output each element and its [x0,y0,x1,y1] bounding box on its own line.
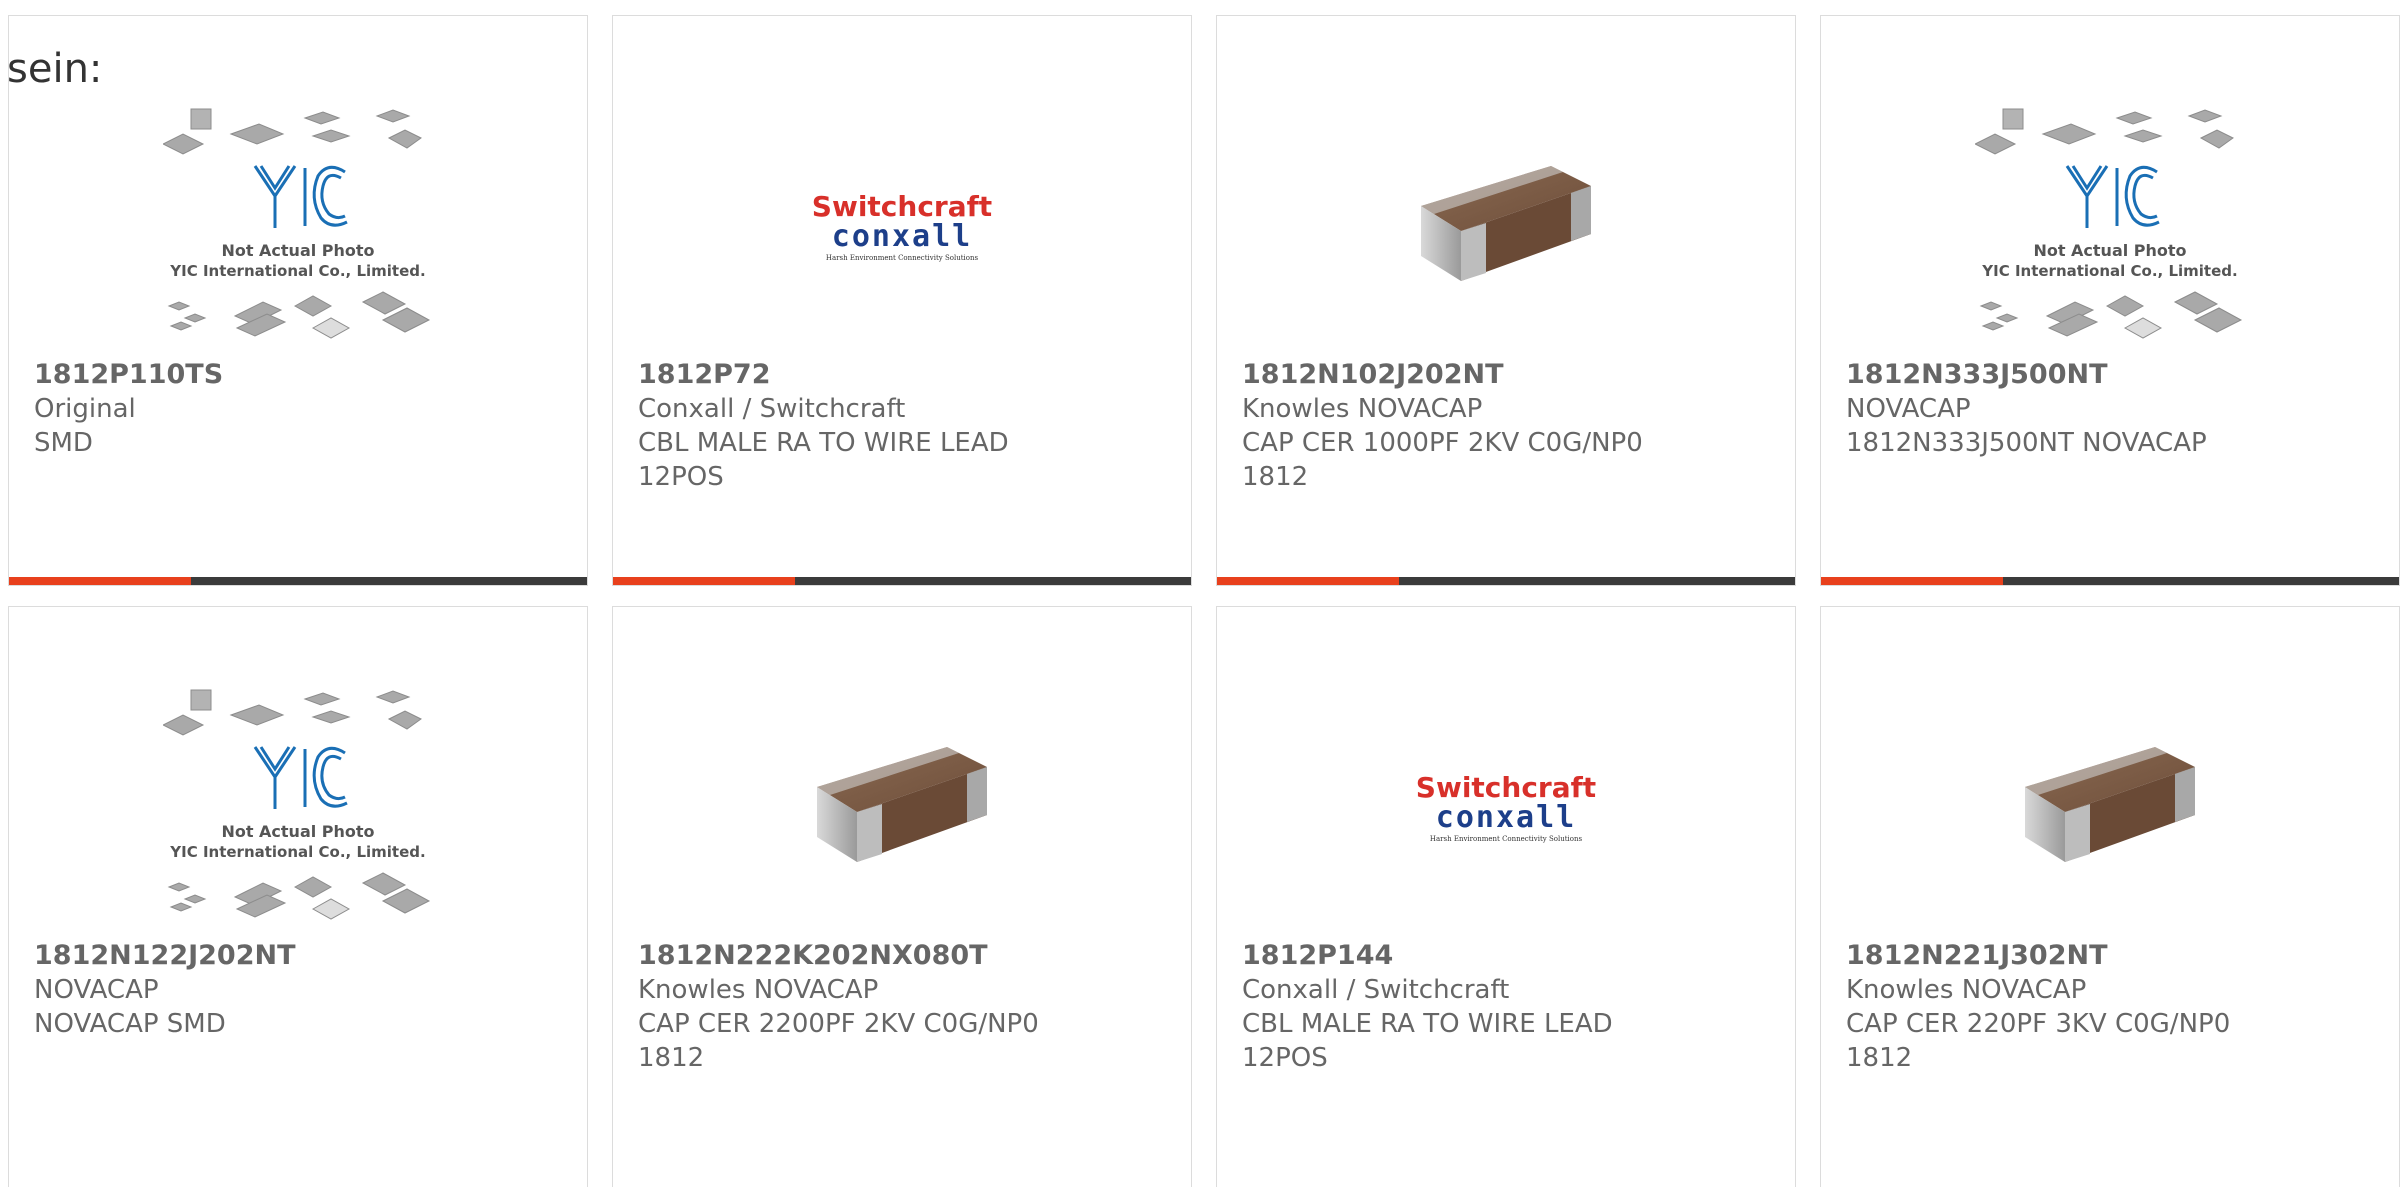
product-text: 1812N222K202NX080T Knowles NOVACAP CAP CER… [638,939,1171,1075]
card-bottom-bar [1821,577,2399,585]
part-number[interactable]: 1812N221J302NT [1846,939,2379,973]
product-card[interactable]: Not Actual Photo YIC International Co., … [1820,15,2400,586]
product-grid: Not Actual Photo YIC International Co., … [8,15,2400,1187]
description-line: 1812N333J500NT NOVACAP [1846,428,2207,458]
capacitor-image [797,707,1007,907]
part-number[interactable]: 1812P72 [638,358,1171,392]
product-image[interactable] [1821,667,2399,947]
product-card[interactable]: 1812N222K202NX080T Knowles NOVACAP CAP CER… [612,606,1192,1187]
card-bottom-bar [9,577,587,585]
manufacturer: Conxall / Switchcraft [638,394,906,424]
product-text: 1812P144 Conxall / Switchcraft CBL MALE RA… [1242,939,1775,1075]
product-image[interactable]: Not Actual Photo YIC International Co., … [1821,86,2399,366]
description-line: 1812 [638,1043,705,1073]
product-image[interactable]: Not Actual Photo YIC International Co., … [9,667,587,947]
capacitor-image [2005,707,2215,907]
card-accent-bar [613,577,795,585]
product-image[interactable]: Not Actual Photo YIC International Co., … [9,86,587,366]
description-line: CBL MALE RA TO WIRE LEAD [1242,1009,1613,1039]
product-card[interactable]: Switchcraft conxall Harsh Environment Co… [612,15,1192,586]
description-line: 12POS [638,462,724,492]
product-card[interactable]: Switchcraft conxall Harsh Environment Co… [1216,606,1796,1187]
yic-placeholder-image: Not Actual Photo YIC International Co., … [1975,106,2245,346]
card-bottom-bar [613,577,1191,585]
card-bottom-bar [1217,577,1795,585]
yic-placeholder-image: Not Actual Photo YIC International Co., … [163,687,433,927]
part-number[interactable]: 1812P110TS [34,358,567,392]
product-card[interactable]: 1812N102J202NT Knowles NOVACAP CAP CER 100… [1216,15,1796,586]
product-image[interactable]: Switchcraft conxall Harsh Environment Co… [613,86,1191,366]
description-line: NOVACAP SMD [34,1009,226,1039]
manufacturer: Original [34,394,136,424]
product-image[interactable] [613,667,1191,947]
manufacturer: Knowles NOVACAP [1242,394,1483,424]
yic-line1: Not Actual Photo [221,822,374,841]
card-accent-bar [1217,577,1399,585]
product-text: 1812N221J302NT Knowles NOVACAP CAP CER 220… [1846,939,2379,1075]
yic-line1: Not Actual Photo [221,241,374,260]
yic-line1: Not Actual Photo [2033,241,2186,260]
card-accent-bar [1821,577,2003,585]
manufacturer: NOVACAP [1846,394,1971,424]
product-text: 1812N102J202NT Knowles NOVACAP CAP CER 100… [1242,358,1775,494]
product-card[interactable]: Not Actual Photo YIC International Co., … [8,15,588,586]
part-number[interactable]: 1812P144 [1242,939,1775,973]
intro-text: sein: [7,46,103,92]
product-text: 1812N333J500NT NOVACAP 1812N333J500NT NOVA… [1846,358,2379,460]
description-line: CAP CER 1000PF 2KV C0G/NP0 [1242,428,1643,458]
manufacturer: Knowles NOVACAP [638,975,879,1005]
part-number[interactable]: 1812N102J202NT [1242,358,1775,392]
part-number[interactable]: 1812N333J500NT [1846,358,2379,392]
sw-tagline: Harsh Environment Connectivity Solutions [1430,835,1583,843]
part-number[interactable]: 1812N222K202NX080T [638,939,1171,973]
product-image[interactable] [1217,86,1795,366]
description-line: SMD [34,428,93,458]
yic-line2: YIC International Co., Limited. [169,262,425,280]
product-card[interactable]: 1812N221J302NT Knowles NOVACAP CAP CER 220… [1820,606,2400,1187]
yic-line2: YIC International Co., Limited. [169,843,425,861]
card-accent-bar [9,577,191,585]
manufacturer: Knowles NOVACAP [1846,975,2087,1005]
product-card[interactable]: Not Actual Photo YIC International Co., … [8,606,588,1187]
yic-line2: YIC International Co., Limited. [1981,262,2237,280]
yic-placeholder-image: Not Actual Photo YIC International Co., … [163,106,433,346]
description-line: CBL MALE RA TO WIRE LEAD [638,428,1009,458]
product-text: 1812N122J202NT NOVACAP NOVACAP SMD [34,939,567,1041]
sw-bottom: conxall [1436,800,1576,835]
description-line: 1812 [1242,462,1309,492]
product-text: 1812P110TS Original SMD [34,358,567,460]
switchcraft-logo-image: Switchcraft conxall Harsh Environment Co… [797,186,1007,266]
sw-bottom: conxall [832,219,972,254]
switchcraft-logo-image: Switchcraft conxall Harsh Environment Co… [1401,767,1611,847]
product-image[interactable]: Switchcraft conxall Harsh Environment Co… [1217,667,1795,947]
description-line: 12POS [1242,1043,1328,1073]
manufacturer: NOVACAP [34,975,159,1005]
product-text: 1812P72 Conxall / Switchcraft CBL MALE RA … [638,358,1171,494]
part-number[interactable]: 1812N122J202NT [34,939,567,973]
manufacturer: Conxall / Switchcraft [1242,975,1510,1005]
description-line: CAP CER 2200PF 2KV C0G/NP0 [638,1009,1039,1039]
description-line: 1812 [1846,1043,1913,1073]
description-line: CAP CER 220PF 3KV C0G/NP0 [1846,1009,2231,1039]
sw-tagline: Harsh Environment Connectivity Solutions [826,254,979,262]
capacitor-image [1401,126,1611,326]
